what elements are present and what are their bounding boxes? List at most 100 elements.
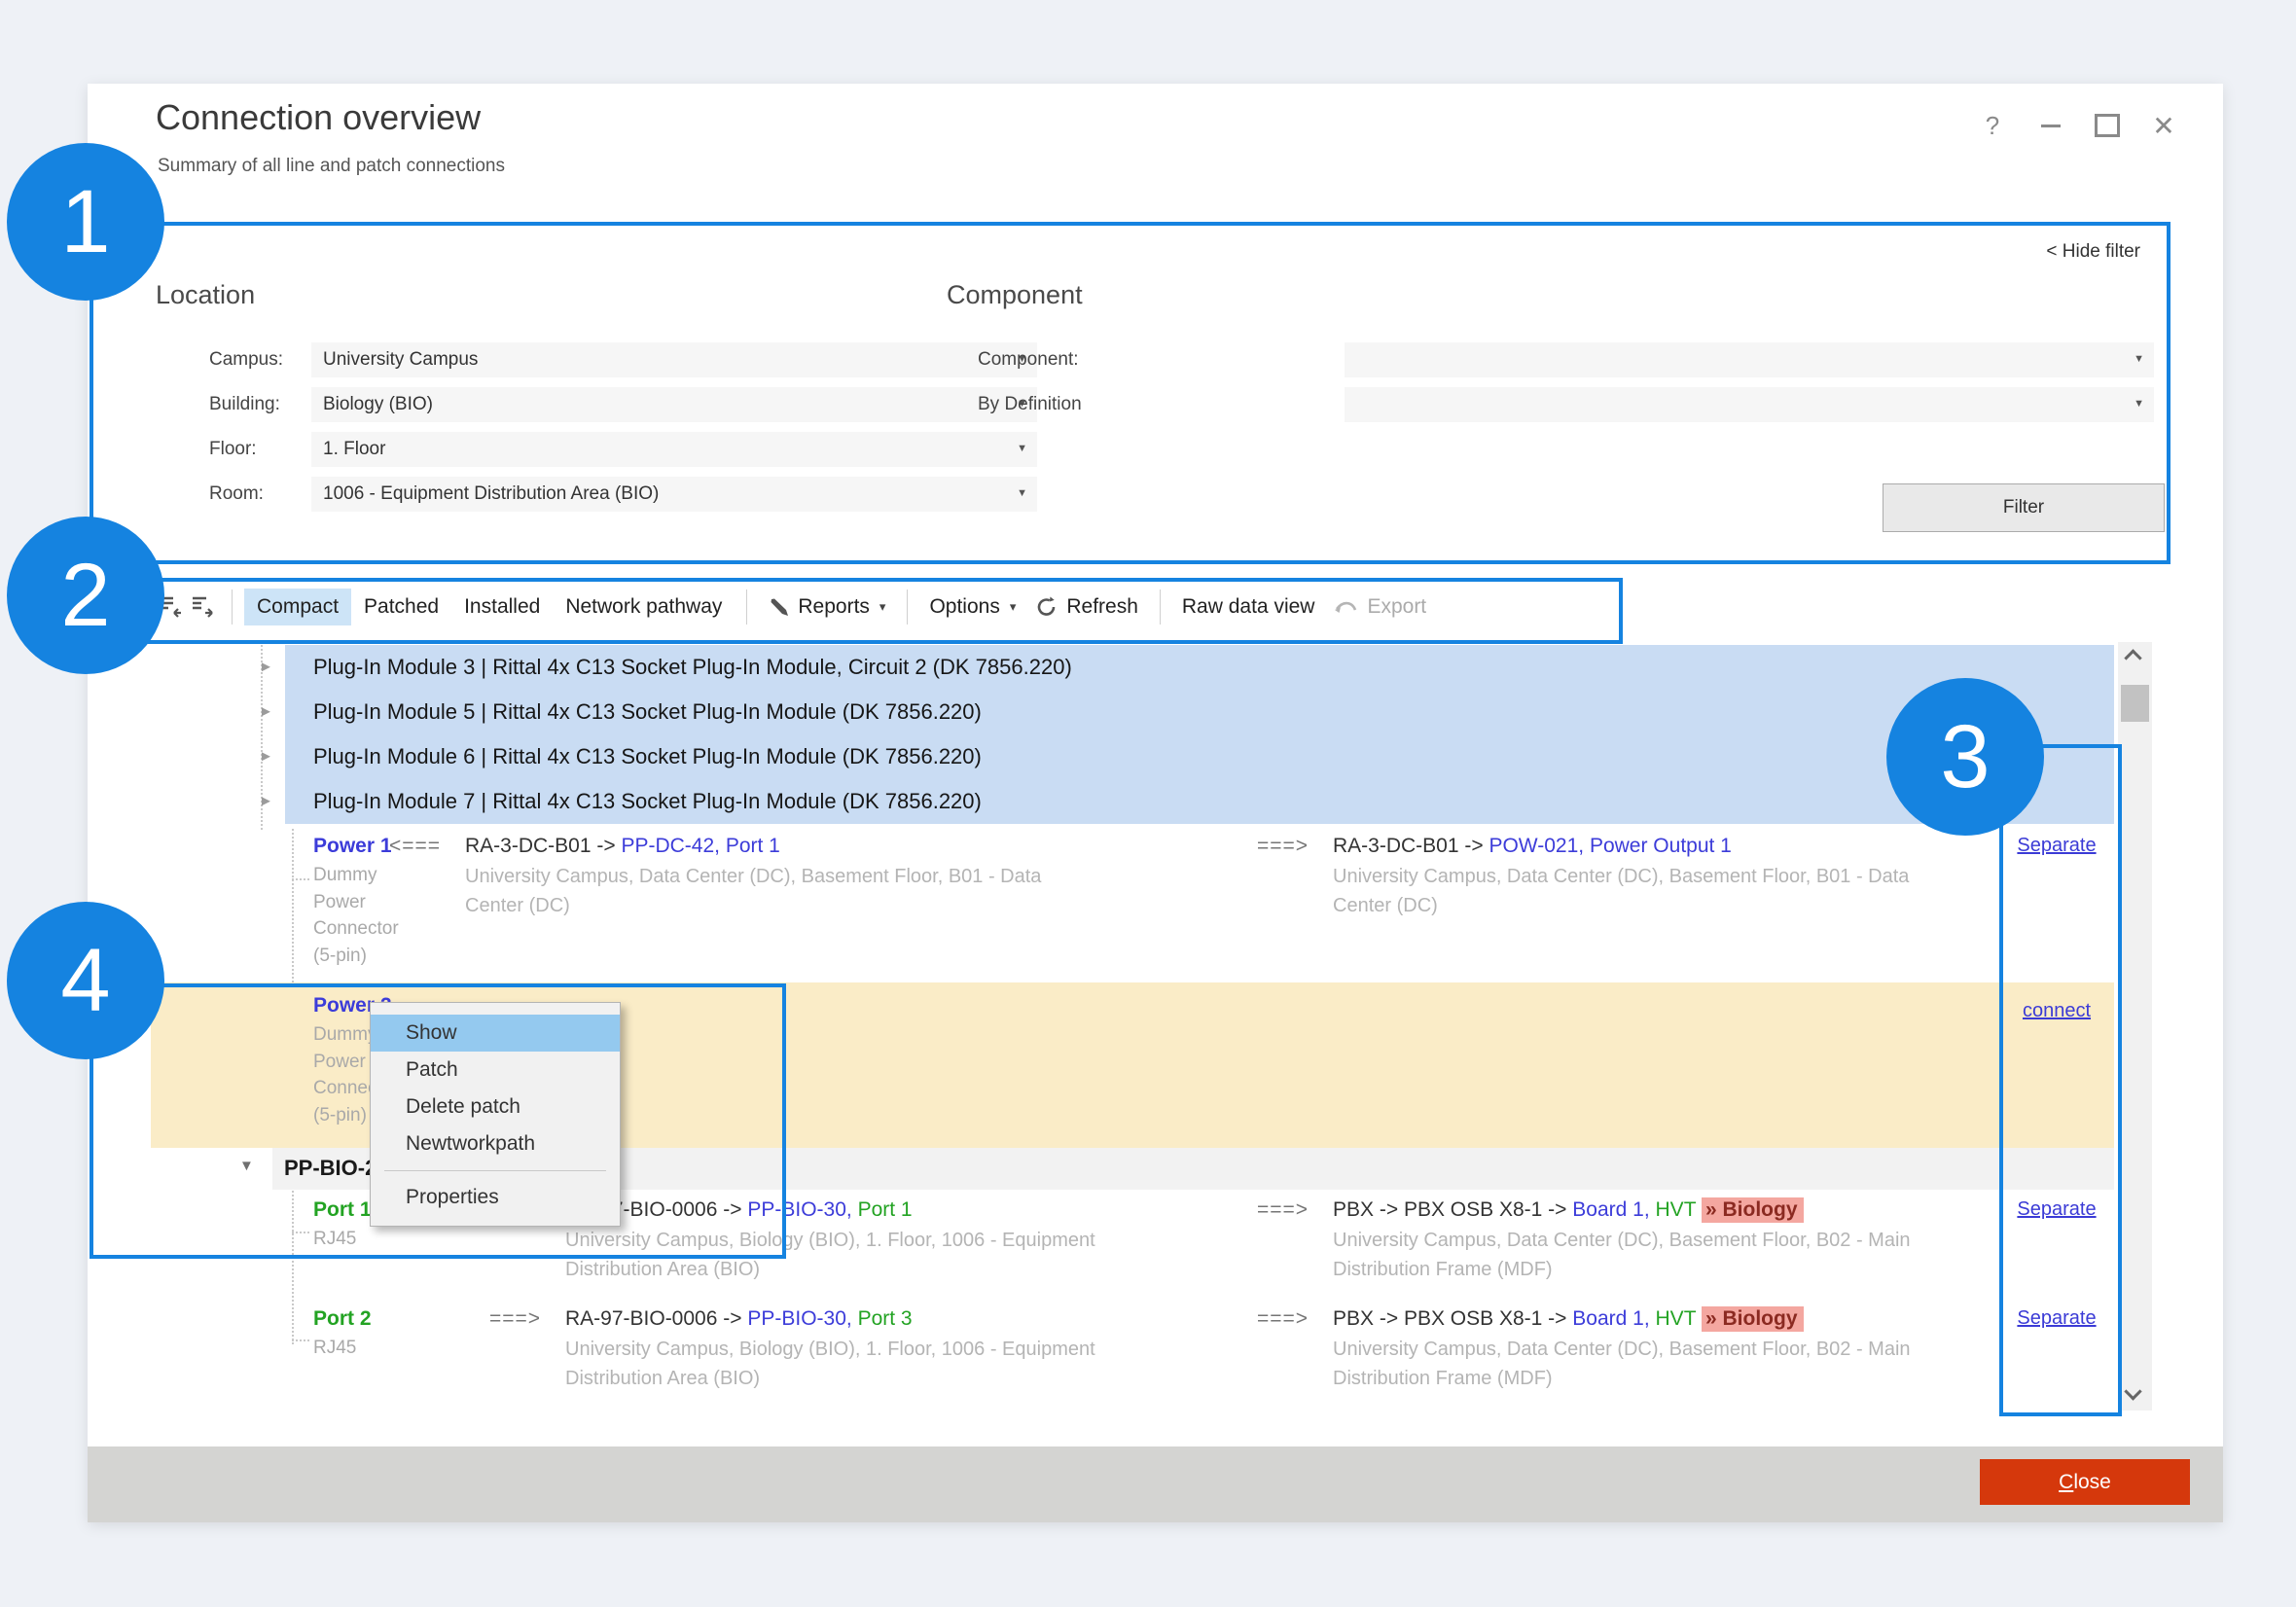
connection-port: Port 3: [858, 1307, 913, 1330]
scroll-up-button[interactable]: [2127, 646, 2142, 661]
menu-item-show[interactable]: Show: [371, 1015, 620, 1052]
pencil-icon: [769, 596, 790, 618]
table-row[interactable]: Plug-In Module 7 | Rittal 4x C13 Socket …: [285, 779, 2114, 824]
room-value: 1006 - Equipment Distribution Area (BIO): [323, 483, 659, 505]
tab-compact[interactable]: Compact: [244, 589, 351, 625]
tree-guide-stub: [292, 1232, 309, 1233]
footer-bar: [88, 1446, 2223, 1522]
table-row[interactable]: Plug-In Module 6 | Rittal 4x C13 Socket …: [285, 734, 2114, 779]
connection-hvt: HVT: [1656, 1307, 1697, 1330]
chevron-down-icon: ▼: [1017, 487, 1027, 499]
options-menu-button[interactable]: Options ▾: [919, 595, 1025, 619]
scrollbar-thumb[interactable]: [2121, 685, 2149, 722]
campus-dropdown[interactable]: University Campus ▼: [311, 342, 1037, 377]
expand-all-button[interactable]: [187, 590, 220, 624]
connection-path: RA-97-BIO-0006 ->: [565, 1307, 742, 1330]
toolbar-separator: [232, 589, 233, 625]
filter-button[interactable]: Filter: [1883, 483, 2165, 532]
expander-icon[interactable]: ▼: [239, 1158, 254, 1174]
connection-target-link[interactable]: POW-021, Power Output 1: [1489, 835, 1731, 857]
connection-target-link[interactable]: Board 1,: [1572, 1198, 1649, 1221]
expand-all-icon: [191, 595, 216, 619]
toolbar-separator: [746, 589, 747, 625]
close-button[interactable]: Close: [1980, 1459, 2190, 1505]
expander-icon[interactable]: ►: [259, 659, 273, 675]
port-type: RJ45: [313, 1226, 420, 1253]
tab-network-pathway[interactable]: Network pathway: [553, 589, 735, 625]
chevron-down-icon: ▼: [1017, 443, 1027, 454]
location-text: University Campus, Biology (BIO), 1. Flo…: [565, 1226, 1130, 1284]
separate-link[interactable]: Separate: [2002, 1198, 2111, 1221]
connection-target-link[interactable]: PP-BIO-30,: [747, 1198, 851, 1221]
building-dropdown[interactable]: Biology (BIO) ▼: [311, 387, 1037, 422]
location-text: University Campus, Biology (BIO), 1. Flo…: [565, 1335, 1130, 1393]
location-heading: Location: [156, 280, 255, 310]
connection-target-link[interactable]: PP-BIO-30,: [747, 1307, 851, 1330]
expander-icon[interactable]: ►: [259, 748, 273, 765]
export-icon: [1334, 597, 1359, 617]
direction-arrow: ===>: [1257, 835, 1309, 858]
by-definition-label: By Definition: [978, 387, 1082, 422]
raw-data-view-button[interactable]: Raw data view: [1172, 595, 1325, 619]
connection-hvt: HVT: [1656, 1198, 1697, 1221]
building-label: Building:: [209, 387, 280, 422]
component-dropdown[interactable]: ▼: [1345, 342, 2154, 377]
minimize-icon: [2041, 125, 2061, 127]
table-row[interactable]: Plug-In Module 5 | Rittal 4x C13 Socket …: [285, 690, 2114, 734]
line-connection-cell: ===> RA-97-BIO-0006 -> PP-BIO-30, Port 3…: [489, 1307, 1258, 1393]
table-row[interactable]: Plug-In Module 3 | Rittal 4x C13 Socket …: [285, 645, 2114, 690]
connection-target-link[interactable]: Board 1,: [1572, 1307, 1649, 1330]
direction-arrow: ===>: [1257, 1307, 1309, 1331]
tab-patched[interactable]: Patched: [351, 589, 451, 625]
chevron-down-icon: ▼: [2134, 398, 2144, 410]
toolbar-separator: [907, 589, 908, 625]
scroll-down-button[interactable]: [2127, 1385, 2142, 1401]
port-type: RJ45: [313, 1335, 420, 1362]
chevron-down-icon: ▾: [1010, 599, 1017, 615]
component-heading: Component: [947, 280, 1083, 310]
tree-guide-stub: [292, 878, 309, 880]
separate-link[interactable]: Separate: [2002, 835, 2111, 857]
separate-link[interactable]: Separate: [2002, 1307, 2111, 1330]
port-name-cell[interactable]: Port 2 RJ45: [313, 1307, 420, 1362]
chevron-down-icon: ▼: [2134, 353, 2144, 365]
status-badge: » Biology: [1702, 1197, 1804, 1223]
scrollbar[interactable]: [2118, 642, 2152, 1411]
hide-filter-link[interactable]: < Hide filter: [1946, 241, 2140, 263]
expander-icon[interactable]: ►: [259, 793, 273, 809]
page-title: Connection overview: [156, 97, 481, 138]
status-badge: » Biology: [1702, 1306, 1804, 1332]
building-value: Biology (BIO): [323, 394, 433, 415]
location-text: University Campus, Data Center (DC), Bas…: [1333, 1335, 1936, 1393]
connection-target-link[interactable]: PP-DC-42, Port 1: [621, 835, 779, 857]
export-button[interactable]: Export: [1324, 595, 1436, 619]
expander-icon[interactable]: ►: [259, 703, 273, 720]
help-button[interactable]: ?: [1973, 109, 2012, 142]
floor-value: 1. Floor: [323, 439, 385, 460]
maximize-icon: [2095, 114, 2120, 137]
refresh-button[interactable]: Refresh: [1025, 595, 1148, 619]
tab-installed[interactable]: Installed: [451, 589, 553, 625]
menu-item-networkpath[interactable]: Newtworkpath: [371, 1125, 620, 1162]
floor-dropdown[interactable]: 1. Floor ▼: [311, 432, 1037, 467]
connection-path: RA-3-DC-B01 ->: [465, 835, 616, 857]
location-text: University Campus, Data Center (DC), Bas…: [1333, 862, 1936, 920]
line-connection-cell: <=== RA-3-DC-B01 -> PP-DC-42, Port 1 Uni…: [389, 835, 1245, 920]
tree-guide-stub: [292, 1339, 309, 1341]
patch-connection-cell: ===> RA-3-DC-B01 -> POW-021, Power Outpu…: [1257, 835, 1982, 920]
toolbar: Compact Patched Installed Network pathwa…: [154, 582, 1436, 632]
collapse-all-button[interactable]: [154, 590, 187, 624]
context-menu: Show Patch Delete patch Newtworkpath Pro…: [370, 1002, 621, 1227]
reports-menu-button[interactable]: Reports ▾: [759, 595, 895, 619]
close-window-button[interactable]: ✕: [2144, 109, 2183, 142]
menu-item-patch[interactable]: Patch: [371, 1052, 620, 1089]
by-definition-dropdown[interactable]: ▼: [1345, 387, 2154, 422]
room-dropdown[interactable]: 1006 - Equipment Distribution Area (BIO)…: [311, 477, 1037, 512]
direction-arrow: ===>: [1257, 1198, 1309, 1222]
menu-item-delete-patch[interactable]: Delete patch: [371, 1089, 620, 1125]
menu-item-properties[interactable]: Properties: [371, 1179, 620, 1216]
connect-link[interactable]: connect: [2002, 1000, 2111, 1022]
maximize-button[interactable]: [2088, 109, 2127, 142]
minimize-button[interactable]: [2031, 109, 2070, 142]
connection-path: RA-3-DC-B01 ->: [1333, 835, 1484, 857]
